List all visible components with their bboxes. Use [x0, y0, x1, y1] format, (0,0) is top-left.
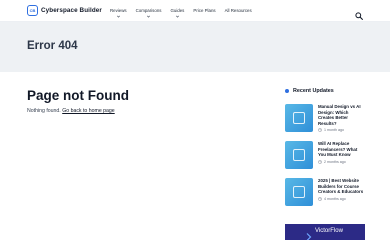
chevron-down-icon — [147, 15, 150, 18]
sidebar-ad-banner[interactable]: VictorFlow — [285, 224, 365, 240]
ad-brand-text: VictorFlow — [315, 228, 343, 234]
post-title[interactable]: Manual Design vs AI Design: Which Create… — [318, 104, 365, 126]
recent-post[interactable]: Will AI Replace Freelancers? What You Mu… — [285, 141, 365, 169]
chevron-down-icon — [116, 15, 120, 18]
clock-icon — [318, 159, 322, 164]
nav-item-comparisons[interactable]: Comparisons — [136, 8, 161, 18]
main-nav: Reviews Comparisons Guides Price Plans A… — [110, 8, 261, 18]
post-date: 1 month ago — [318, 128, 365, 132]
recent-post[interactable]: 2025 | Best Website Builders for Course … — [285, 178, 365, 206]
page-title: Error 404 — [27, 40, 78, 52]
post-date: 4 months ago — [318, 197, 365, 201]
post-title[interactable]: 2025 | Best Website Builders for Course … — [318, 178, 365, 195]
post-thumbnail[interactable] — [285, 178, 313, 206]
home-link[interactable]: Go back to home page — [62, 108, 115, 114]
search-icon[interactable] — [355, 7, 363, 20]
site-logo[interactable]: CB Cyberspace Builder — [27, 5, 102, 16]
page-hero: Error 404 — [0, 22, 390, 72]
not-found-text: Nothing found. — [27, 108, 61, 114]
post-thumbnail[interactable] — [285, 141, 313, 169]
recent-post[interactable]: Manual Design vs AI Design: Which Create… — [285, 104, 365, 132]
post-thumbnail[interactable] — [285, 104, 313, 132]
sidebar-heading: Recent Updates — [285, 88, 365, 94]
not-found-heading: Page not Found — [27, 88, 129, 103]
clock-icon — [318, 128, 322, 133]
chevron-down-icon — [175, 15, 179, 18]
clock-icon — [318, 196, 322, 201]
logo-text: Cyberspace Builder — [41, 7, 102, 14]
site-header: CB Cyberspace Builder Reviews Comparison… — [0, 0, 390, 22]
recent-updates-sidebar: Recent Updates Manual Design vs AI Desig… — [285, 88, 365, 215]
nav-item-guides[interactable]: Guides — [170, 8, 184, 18]
not-found-message: Nothing found. Go back to home page — [27, 108, 115, 114]
logo-mark-icon: CB — [27, 5, 38, 16]
bullet-dot-icon — [285, 89, 289, 93]
nav-item-price-plans[interactable]: Price Plans — [193, 8, 215, 13]
chevron-right-icon — [306, 228, 312, 240]
nav-item-reviews[interactable]: Reviews — [110, 8, 127, 18]
post-title[interactable]: Will AI Replace Freelancers? What You Mu… — [318, 141, 365, 158]
post-date: 2 months ago — [318, 160, 365, 164]
nav-item-all-resources[interactable]: All Resources — [225, 8, 252, 13]
